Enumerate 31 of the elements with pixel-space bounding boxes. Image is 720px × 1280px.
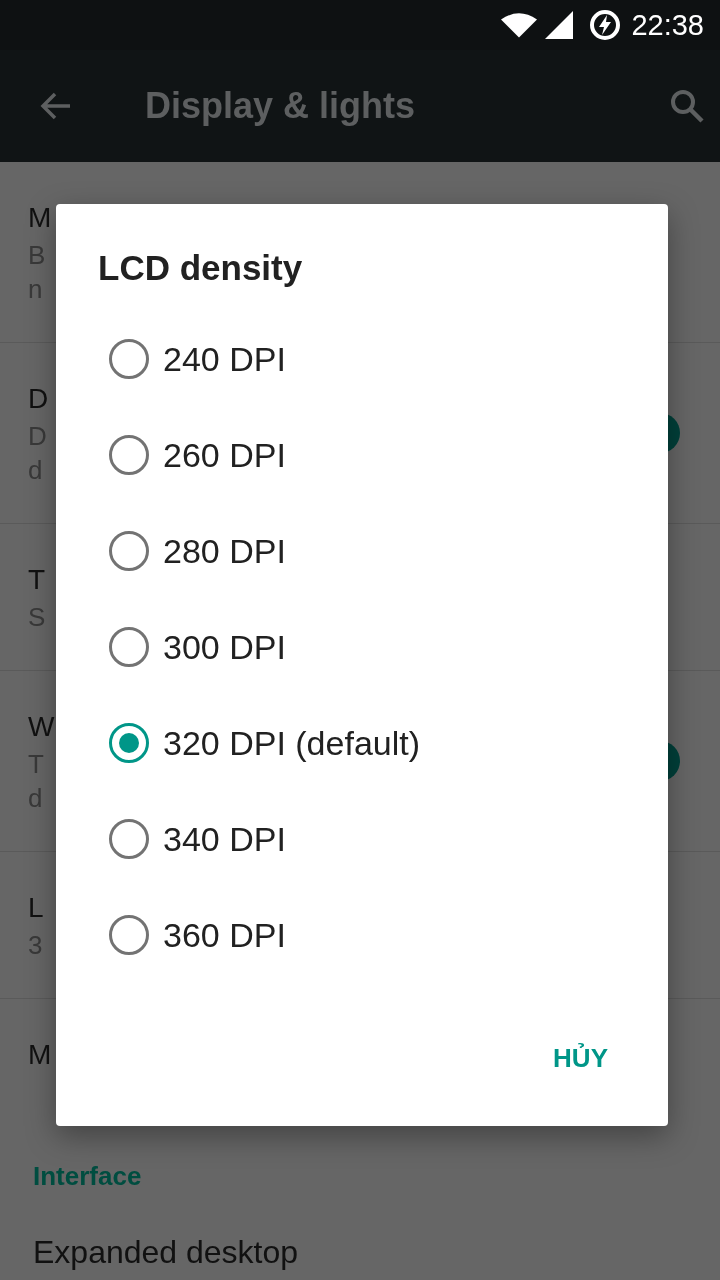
option-label[interactable]: 320 DPI (default) <box>163 723 421 763</box>
radio-button[interactable] <box>109 339 149 379</box>
radio-button[interactable] <box>109 627 149 667</box>
option-label[interactable]: 280 DPI <box>163 531 286 571</box>
clock-time: 22:38 <box>631 8 704 42</box>
back-icon[interactable] <box>40 90 72 122</box>
option-label[interactable]: 260 DPI <box>163 435 286 475</box>
setting-title: Expanded desktop <box>33 1234 299 1270</box>
radio-button[interactable] <box>109 915 149 955</box>
option-label[interactable]: 300 DPI <box>163 627 286 667</box>
radio-button[interactable] <box>109 819 149 859</box>
wifi-icon <box>501 12 538 38</box>
setting-title: M <box>28 1038 52 1072</box>
setting-title: W <box>28 710 55 744</box>
option-label[interactable]: 340 DPI <box>163 819 286 859</box>
setting-title: L <box>28 891 44 925</box>
search-icon[interactable] <box>670 89 704 123</box>
cancel-button[interactable]: HỦY <box>537 1035 624 1082</box>
radio-button[interactable] <box>109 723 149 763</box>
dialog-title: LCD density <box>97 248 304 288</box>
option-label[interactable]: 360 DPI <box>163 915 286 955</box>
setting-title: D <box>28 382 49 416</box>
option-label[interactable]: 240 DPI <box>163 339 286 379</box>
screen-title: Display & lights <box>145 85 417 127</box>
section-header: Interface <box>32 1160 143 1193</box>
setting-title: T <box>28 563 46 597</box>
radio-button[interactable] <box>109 435 149 475</box>
signal-icon <box>545 11 574 39</box>
charging-icon <box>589 9 622 41</box>
setting-title: M <box>28 201 52 235</box>
radio-button[interactable] <box>109 531 149 571</box>
